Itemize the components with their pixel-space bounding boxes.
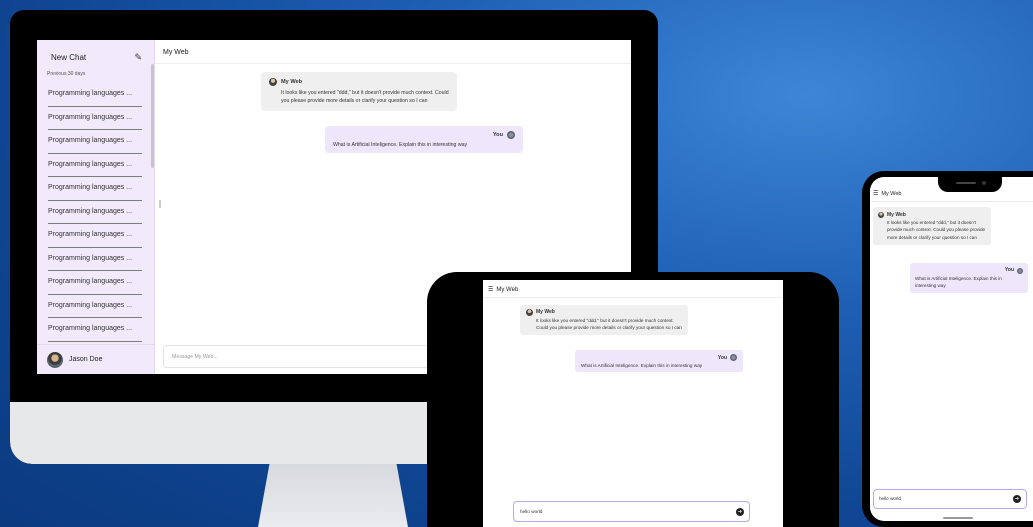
phone-notch — [938, 175, 1002, 192]
sidebar-scrollbar[interactable] — [151, 64, 154, 168]
avatar — [47, 351, 63, 368]
user-text: What is Artificial Inteligence. Explain … — [333, 142, 468, 148]
menu-icon[interactable]: ☰ — [873, 190, 878, 197]
bot-avatar-icon — [878, 212, 884, 218]
tablet-device: ☰ My Web My Web It looks like you entered… — [427, 272, 839, 527]
sidebar-item[interactable]: Programming languages ... — [48, 224, 142, 248]
bot-text: It looks like you entered "ddd," but it … — [281, 89, 449, 104]
bot-name: My Web — [281, 79, 303, 85]
phone-user-message: You What is Artificial Inteligence. Expl… — [910, 263, 1028, 293]
bot-name: My Web — [536, 309, 555, 315]
home-indicator[interactable] — [943, 517, 973, 519]
sidebar-item[interactable]: Programming languages ... — [48, 295, 142, 318]
sidebar-item[interactable]: Programming languages ... — [48, 107, 142, 130]
user-avatar-icon — [1017, 267, 1023, 274]
page-title: My Web — [155, 40, 631, 64]
send-icon[interactable]: ➜ — [1013, 495, 1021, 503]
sidebar-item[interactable]: Programming languages ... — [48, 201, 142, 224]
user-message: You What is Artificial Inteligence. Expl… — [325, 126, 523, 153]
send-icon[interactable]: ➜ — [736, 508, 744, 516]
user-text: What is Artificial Inteligence. Explain … — [581, 363, 703, 368]
phone-message-input[interactable]: hello world ➜ — [873, 489, 1027, 509]
user-name: Jason Doe — [69, 356, 103, 363]
message-input[interactable]: Message My Web... — [163, 345, 433, 368]
bot-text: It looks like you entered "ddd," but it … — [887, 220, 986, 240]
input-value: hello world — [520, 509, 543, 514]
tablet-bot-message: My Web It looks like you entered "ddd," … — [520, 305, 688, 336]
input-value: hello world — [879, 496, 901, 501]
phone-device: ☰ My Web My Web It looks like you entered… — [862, 171, 1033, 527]
sidebar-item[interactable]: Programming languages ... — [48, 154, 142, 177]
tablet-screen: ☰ My Web My Web It looks like you entered… — [483, 280, 783, 527]
user-avatar-icon — [730, 354, 737, 361]
sidebar: New Chat ✎ Previous 30 days Programming … — [37, 40, 155, 374]
bot-avatar-icon — [526, 309, 533, 317]
tablet-header: ☰ My Web — [483, 280, 783, 298]
sidebar-item[interactable]: Programming languages ... — [48, 177, 142, 201]
user-label: You — [492, 132, 503, 138]
section-label: Previous 30 days — [47, 71, 86, 77]
edit-icon[interactable]: ✎ — [134, 52, 142, 63]
sidebar-item[interactable]: Programming languages ... — [48, 83, 142, 107]
phone-screen: ☰ My Web My Web It looks like you entered… — [870, 175, 1033, 521]
menu-icon[interactable]: ☰ — [488, 286, 493, 293]
new-chat-label: New Chat — [51, 53, 87, 62]
bot-text: It looks like you entered "ddd," but it … — [536, 317, 682, 331]
sidebar-item[interactable]: Programming languages ... — [48, 318, 142, 342]
resize-handle[interactable] — [159, 200, 161, 208]
tablet-message-input[interactable]: hello world ➜ — [513, 501, 750, 522]
camera-icon — [982, 181, 986, 185]
tablet-user-message: You What is Artificial Inteligence. Expl… — [575, 350, 743, 372]
tablet-title: My Web — [496, 287, 519, 293]
bot-message: My Web It looks like you entered "ddd," … — [261, 72, 457, 111]
sidebar-item[interactable]: Programming languages ... — [48, 130, 142, 154]
user-avatar-icon — [507, 131, 515, 139]
user-profile[interactable]: Jason Doe — [37, 344, 154, 374]
sidebar-item[interactable]: Programming languages ... — [48, 271, 142, 295]
phone-bot-message: My Web It looks like you entered "ddd," … — [873, 207, 991, 246]
new-chat-button[interactable]: New Chat ✎ — [37, 40, 154, 69]
user-text: What is Artificial Inteligence. Explain … — [915, 275, 1002, 288]
bot-avatar-icon — [269, 78, 277, 87]
user-label: You — [1004, 267, 1014, 273]
monitor-stand — [258, 461, 408, 527]
phone-title: My Web — [881, 191, 902, 197]
speaker-icon — [956, 182, 976, 184]
user-label: You — [717, 354, 727, 361]
bot-name: My Web — [887, 212, 906, 218]
sidebar-item[interactable]: Programming languages ... — [48, 248, 142, 271]
